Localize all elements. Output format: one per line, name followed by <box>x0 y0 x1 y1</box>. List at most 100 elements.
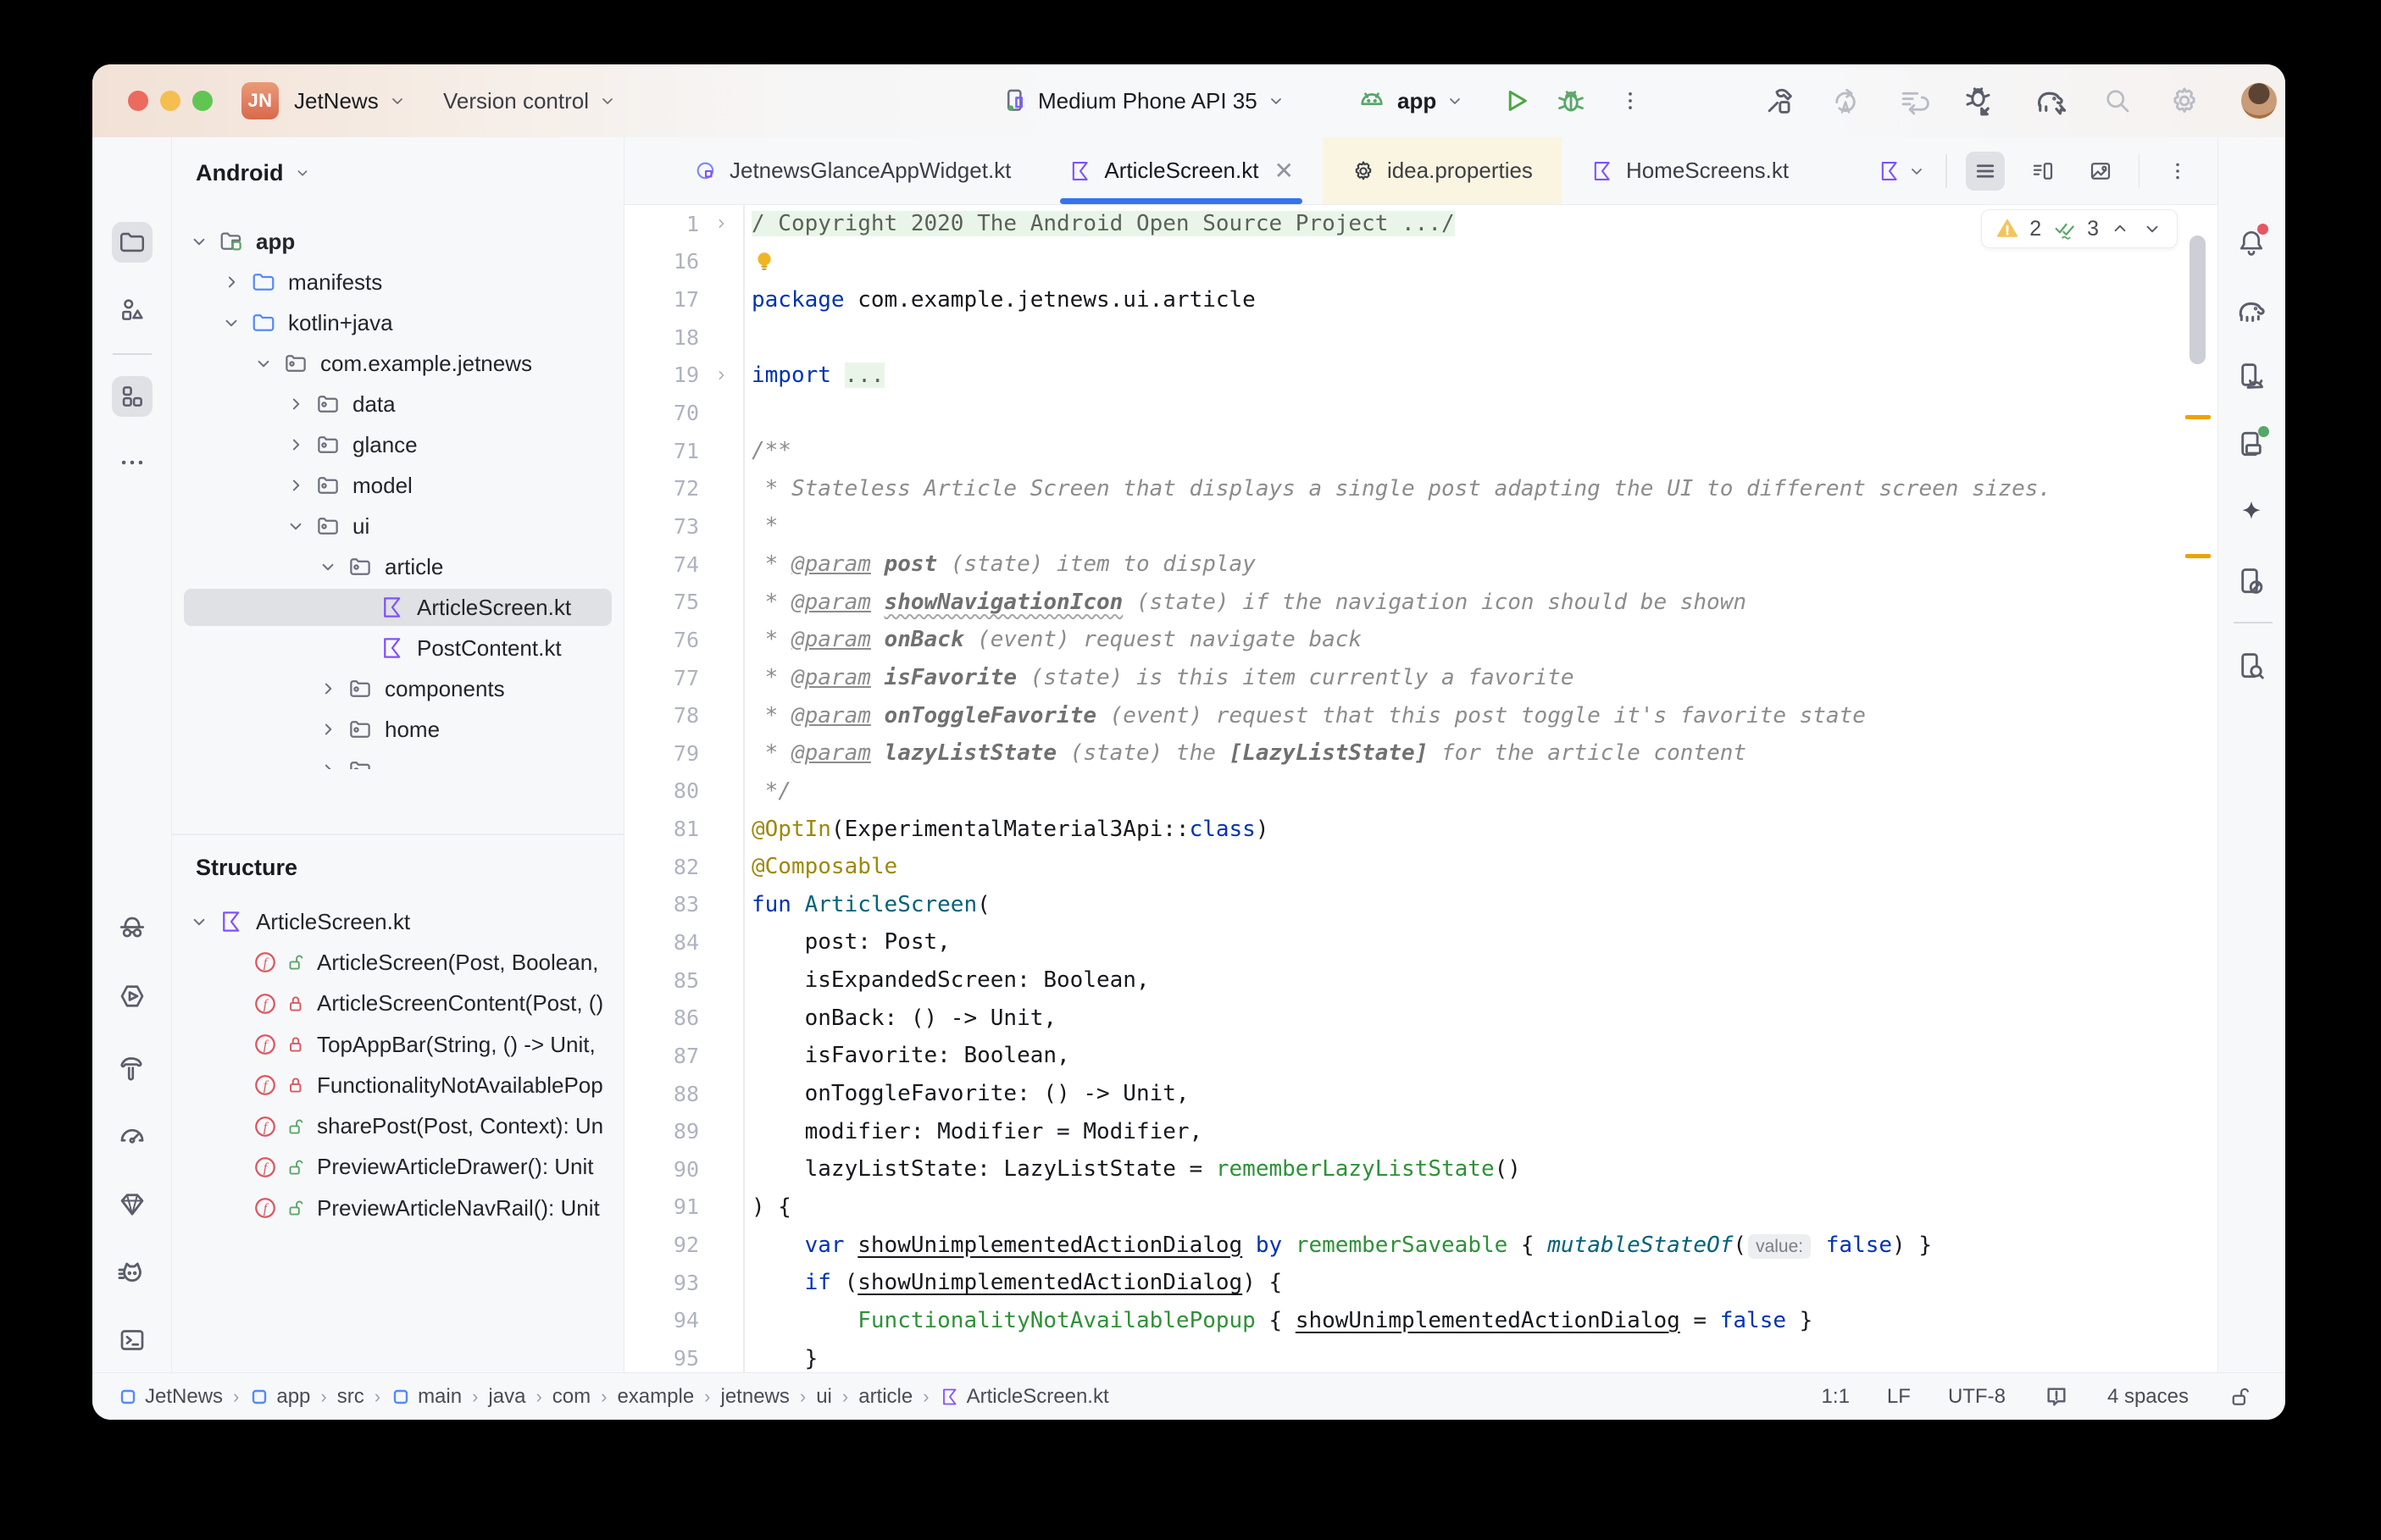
search-icon[interactable] <box>2102 64 2133 137</box>
project-tree-item-app[interactable]: app <box>172 221 624 262</box>
window-minimize-button[interactable] <box>160 91 180 111</box>
code-line-88[interactable]: 88 onToggleFavorite: () -> Unit, <box>624 1075 2217 1113</box>
structure-item[interactable]: fPreviewArticleDrawer(): Unit <box>172 1147 624 1188</box>
fold-chevron-icon[interactable] <box>699 215 743 232</box>
build-tool-icon[interactable] <box>112 1047 153 1088</box>
code-line-89[interactable]: 89 modifier: Modifier = Modifier, <box>624 1112 2217 1150</box>
breadcrumb-item-src[interactable]: src <box>337 1385 364 1409</box>
app-inspection-tool-icon[interactable] <box>112 1184 153 1225</box>
chevron-right-icon[interactable] <box>285 474 307 496</box>
previous-issue-icon[interactable] <box>2109 218 2131 240</box>
app-quality-insights-icon[interactable] <box>112 908 153 949</box>
more-run-options-icon[interactable] <box>1618 64 1643 137</box>
project-tool-icon[interactable] <box>112 222 153 263</box>
run-configuration-selector[interactable]: app <box>1397 64 1465 137</box>
code-line-92[interactable]: 92 var showUnimplementedActionDialog by … <box>624 1226 2217 1264</box>
code-line-72[interactable]: 72 * Stateless Article Screen that displ… <box>624 469 2217 507</box>
hidden-tabs-dropdown[interactable] <box>1878 159 1927 183</box>
running-devices-icon[interactable] <box>2231 424 2272 464</box>
project-tree-item-clipped[interactable] <box>172 750 624 769</box>
caret-position[interactable]: 1:1 <box>1822 1385 1850 1409</box>
chevron-down-icon[interactable] <box>285 515 307 537</box>
code-line-17[interactable]: 17package com.example.jetnews.ui.article <box>624 280 2217 319</box>
code-line-73[interactable]: 73 * <box>624 507 2217 546</box>
chevron-right-icon[interactable] <box>285 393 307 415</box>
chevron-right-icon[interactable] <box>285 434 307 456</box>
breadcrumb-item-article[interactable]: article <box>858 1385 913 1409</box>
code-line-1[interactable]: 1/ Copyright 2020 The Android Open Sourc… <box>624 205 2217 243</box>
project-tree-item-model[interactable]: model <box>172 465 624 506</box>
breadcrumb-item-main[interactable]: main <box>391 1385 462 1409</box>
profiler-tool-icon[interactable] <box>112 1116 153 1156</box>
code-line-79[interactable]: 79 * @param lazyListState (state) the [L… <box>624 734 2217 773</box>
editor-view-mode-split-icon[interactable] <box>2023 152 2062 191</box>
structure-item[interactable]: fArticleScreenContent(Post, () <box>172 983 624 1024</box>
chevron-down-icon[interactable] <box>253 352 275 374</box>
device-explorer-icon[interactable] <box>2231 645 2272 686</box>
apply-code-changes-icon[interactable] <box>1897 64 1929 137</box>
warning-stripe-mark[interactable] <box>2185 554 2211 558</box>
code-line-84[interactable]: 84 post: Post, <box>624 923 2217 961</box>
code-line-81[interactable]: 81@OptIn(ExperimentalMaterial3Api::class… <box>624 810 2217 848</box>
device-mirroring-icon[interactable] <box>2231 561 2272 601</box>
breadcrumb-item-com[interactable]: com <box>552 1385 591 1409</box>
project-tree-item-home[interactable]: home <box>172 709 624 750</box>
inspection-highlight-icon[interactable] <box>2043 1383 2070 1410</box>
code-line-80[interactable]: 80 */ <box>624 773 2217 811</box>
debug-button[interactable] <box>1555 64 1587 137</box>
line-ending[interactable]: LF <box>1887 1385 1911 1409</box>
running-devices-tool-icon[interactable] <box>112 976 153 1017</box>
inspections-widget[interactable]: 2 3 <box>1981 209 2178 248</box>
attach-debugger-icon[interactable] <box>1963 64 1997 137</box>
editor-view-mode-preview-icon[interactable] <box>2081 152 2120 191</box>
tab-options-kebab-icon[interactable] <box>2158 152 2197 191</box>
code-line-74[interactable]: 74 * @param post (state) item to display <box>624 546 2217 584</box>
window-zoom-button[interactable] <box>192 91 213 111</box>
editor-scrollbar[interactable] <box>2190 235 2206 364</box>
code-line-83[interactable]: 83fun ArticleScreen( <box>624 886 2217 924</box>
structure-tool-icon[interactable] <box>112 376 153 417</box>
notifications-bell-icon[interactable] <box>2231 222 2272 263</box>
code-line-77[interactable]: 77 * @param isFavorite (state) is this i… <box>624 659 2217 697</box>
project-view-selector[interactable]: Android <box>196 149 312 197</box>
settings-gear-icon[interactable] <box>2168 64 2201 137</box>
file-lock-icon[interactable] <box>2226 1384 2251 1410</box>
file-encoding[interactable]: UTF-8 <box>1948 1385 2006 1409</box>
breadcrumb-item-ArticleScreen.kt[interactable]: ArticleScreen.kt <box>940 1385 1109 1409</box>
gradle-tool-icon[interactable] <box>2231 290 2272 330</box>
apply-changes-icon[interactable] <box>1829 64 1862 137</box>
chevron-right-icon[interactable] <box>317 759 339 769</box>
project-tree-item-PostContent.kt[interactable]: PostContent.kt <box>172 628 624 668</box>
build-hammer-icon[interactable] <box>1763 64 1795 137</box>
code-line-85[interactable]: 85 isExpandedScreen: Boolean, <box>624 961 2217 1000</box>
chevron-down-icon[interactable] <box>220 312 242 334</box>
chevron-down-icon[interactable] <box>317 556 339 578</box>
breadcrumb-item-app[interactable]: app <box>249 1385 310 1409</box>
code-line-76[interactable]: 76 * @param onBack (event) request navig… <box>624 621 2217 659</box>
next-issue-icon[interactable] <box>2141 218 2163 240</box>
structure-item[interactable]: fPreviewArticleNavRail(): Unit <box>172 1188 624 1228</box>
code-editor[interactable]: 1/ Copyright 2020 The Android Open Sourc… <box>624 205 2217 1372</box>
code-line-75[interactable]: 75 * @param showNavigationIcon (state) i… <box>624 583 2217 621</box>
panel-divider[interactable] <box>172 834 624 835</box>
code-line-94[interactable]: 94 FunctionalityNotAvailablePopup { show… <box>624 1302 2217 1340</box>
project-tree-item-data[interactable]: data <box>172 384 624 424</box>
fold-chevron-icon[interactable] <box>699 367 743 384</box>
code-lines[interactable]: 1/ Copyright 2020 The Android Open Sourc… <box>624 205 2217 1372</box>
project-tree-item-kotlin+java[interactable]: kotlin+java <box>172 302 624 343</box>
editor-tab-JetnewsGlanceAppWidget.kt[interactable]: JetnewsGlanceAppWidget.kt <box>665 137 1040 204</box>
structure-item[interactable]: fArticleScreen(Post, Boolean, <box>172 942 624 983</box>
project-tree-item-glance[interactable]: glance <box>172 424 624 465</box>
device-selector[interactable]: Medium Phone API 35 <box>1038 64 1286 137</box>
logcat-tool-icon[interactable] <box>112 1253 153 1293</box>
chevron-right-icon[interactable] <box>220 271 242 293</box>
code-line-95[interactable]: 95 } <box>624 1339 2217 1372</box>
chevron-down-icon[interactable] <box>188 230 210 252</box>
chevron-right-icon[interactable] <box>317 718 339 740</box>
close-icon[interactable]: ✕ <box>1274 157 1293 185</box>
resource-manager-icon[interactable] <box>112 290 153 330</box>
code-line-18[interactable]: 18 <box>624 319 2217 357</box>
code-line-16[interactable]: 16 <box>624 243 2217 281</box>
warning-stripe-mark[interactable] <box>2185 415 2211 419</box>
code-line-71[interactable]: 71/** <box>624 432 2217 470</box>
